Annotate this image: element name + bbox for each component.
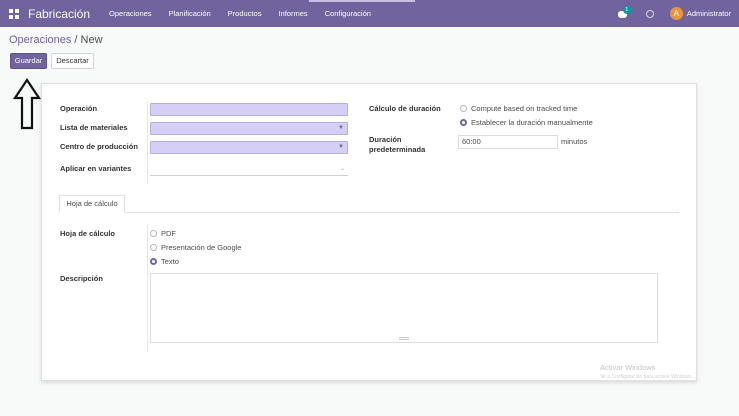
worksheet-label: Hoja de cálculo bbox=[60, 229, 116, 238]
radio-google-slides-label: Presentación de Google bbox=[161, 243, 242, 252]
radio-icon bbox=[150, 230, 157, 237]
operation-input[interactable] bbox=[150, 103, 348, 116]
active-menu-indicator bbox=[309, 0, 415, 2]
radio-google-slides[interactable]: Presentación de Google bbox=[150, 243, 241, 252]
menu-operaciones[interactable]: Operaciones bbox=[109, 9, 152, 18]
chevron-down-icon: ▼ bbox=[338, 125, 344, 131]
default-duration-unit: minutos bbox=[561, 137, 588, 146]
default-duration-label: Duración predeterminada bbox=[369, 135, 426, 154]
app-title[interactable]: Fabricación bbox=[28, 7, 90, 21]
resize-handle-icon[interactable] bbox=[399, 337, 409, 340]
variants-select[interactable]: ⌄ bbox=[150, 163, 348, 176]
top-navbar: Fabricación Operaciones Planificación Pr… bbox=[0, 0, 739, 27]
radio-tracked-time-label: Compute based on tracked time bbox=[471, 104, 578, 113]
activity-clock-icon[interactable] bbox=[645, 9, 654, 18]
radio-manual-duration-label: Establecer la duración manualmente bbox=[471, 118, 593, 127]
chevron-down-icon: ▼ bbox=[338, 144, 344, 150]
save-button[interactable]: Guardar bbox=[10, 53, 47, 69]
tab-hoja-de-calculo[interactable]: Hoja de cálculo bbox=[59, 195, 125, 213]
windows-activation-watermark: Activar Windows bbox=[600, 363, 656, 372]
radio-pdf-label: PDF bbox=[161, 229, 176, 238]
radio-tracked-time[interactable]: Compute based on tracked time bbox=[460, 104, 577, 113]
menu-productos[interactable]: Productos bbox=[228, 9, 262, 18]
workcenter-select[interactable]: ▼ bbox=[150, 141, 348, 154]
duration-calc-label: Cálculo de duración bbox=[369, 104, 441, 113]
discard-button[interactable]: Descartar bbox=[51, 53, 94, 69]
form-sheet: Operación Lista de materiales ▼ Centro d… bbox=[41, 83, 697, 381]
breadcrumb-parent[interactable]: Operaciones bbox=[9, 34, 71, 46]
workcenter-label: Centro de producción bbox=[60, 142, 138, 151]
menu-planificacion[interactable]: Planificación bbox=[169, 9, 211, 18]
app-grid-icon[interactable] bbox=[9, 8, 19, 19]
radio-text-label: Texto bbox=[161, 257, 179, 266]
radio-icon bbox=[150, 244, 157, 251]
up-arrow-annotation-icon bbox=[13, 78, 41, 130]
navbar-systray: 1 A Administrator bbox=[617, 0, 731, 27]
menu-configuracion[interactable]: Configuración bbox=[325, 9, 371, 18]
bom-label: Lista de materiales bbox=[60, 123, 128, 132]
radio-selected-icon bbox=[460, 119, 467, 126]
chat-count-badge: 1 bbox=[622, 5, 631, 14]
menu-informes[interactable]: Informes bbox=[278, 9, 307, 18]
chevron-down-icon: ⌄ bbox=[339, 166, 345, 172]
description-label: Descripción bbox=[60, 274, 103, 283]
default-duration-input[interactable]: 60:00 bbox=[458, 135, 558, 149]
bom-select[interactable]: ▼ bbox=[150, 122, 348, 135]
radio-selected-icon bbox=[150, 258, 157, 265]
description-textarea[interactable] bbox=[150, 273, 658, 343]
radio-text[interactable]: Texto bbox=[150, 257, 179, 266]
tabs-divider bbox=[59, 212, 679, 213]
breadcrumb-separator: / bbox=[71, 34, 81, 46]
radio-pdf[interactable]: PDF bbox=[150, 229, 176, 238]
breadcrumb: Operaciones / New bbox=[9, 34, 103, 46]
breadcrumb-current: New bbox=[80, 34, 103, 46]
field-divider bbox=[147, 224, 148, 352]
field-divider bbox=[147, 102, 148, 184]
variants-label: Aplicar en variantes bbox=[60, 164, 132, 173]
radio-icon bbox=[460, 105, 467, 112]
user-name[interactable]: Administrator bbox=[687, 9, 731, 18]
windows-activation-hint: Ve a Configuración para activar Windows. bbox=[600, 374, 693, 380]
radio-manual-duration[interactable]: Establecer la duración manualmente bbox=[460, 118, 593, 127]
user-avatar[interactable]: A bbox=[669, 7, 683, 20]
operation-label: Operación bbox=[60, 104, 98, 113]
chat-icon[interactable]: 1 bbox=[617, 5, 631, 19]
